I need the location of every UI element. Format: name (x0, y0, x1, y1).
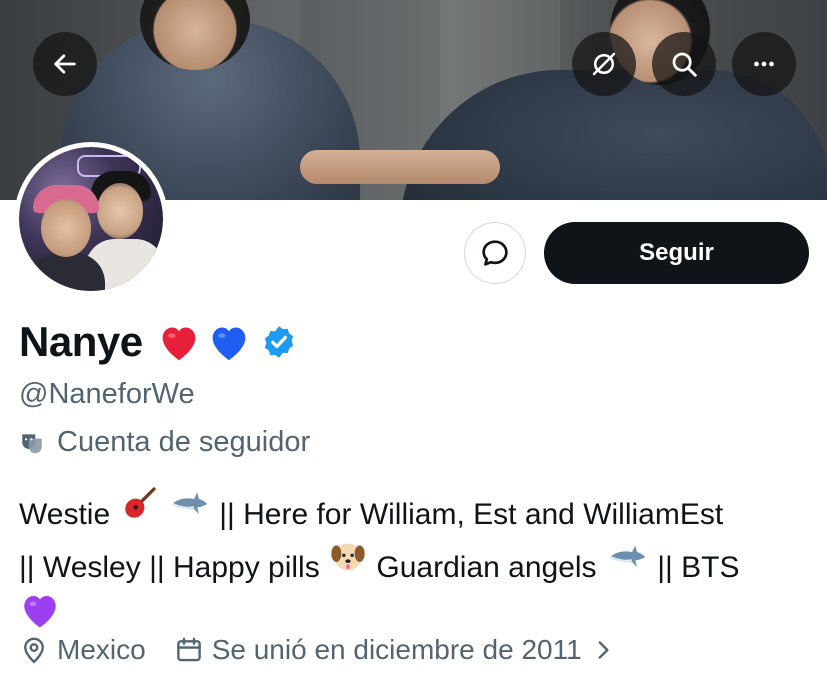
more-button[interactable] (732, 32, 796, 96)
blue-heart-emoji (212, 327, 245, 361)
location-pin-icon (24, 637, 44, 664)
join-date-text: Se unió en diciembre de 2011 (211, 634, 582, 665)
follow-button[interactable]: Seguir (544, 222, 809, 284)
bio-text: Westie (19, 498, 111, 531)
account-type-label: Cuenta de seguidor (19, 426, 310, 459)
shark-emoji (609, 545, 646, 567)
chevron-right-icon (598, 641, 609, 659)
guitar-emoji (124, 487, 156, 518)
avatar[interactable] (14, 142, 168, 296)
profile-bio: Westie || Here for William, Est and Will… (19, 484, 819, 643)
avatar-image (19, 147, 163, 291)
search-button[interactable] (652, 32, 716, 96)
location-text: Mexico (57, 634, 146, 665)
search-icon (672, 52, 697, 77)
dog-face-emoji (331, 543, 365, 571)
red-heart-emoji (162, 327, 195, 361)
profile-meta: Mexico Se unió en diciembre de 2011 (19, 634, 624, 666)
display-name-row: Nanye (19, 318, 297, 366)
join-date[interactable]: Se unió en diciembre de 2011 (174, 634, 624, 666)
purple-heart-emoji (24, 596, 56, 628)
location: Mexico (19, 634, 146, 666)
shark-emoji (171, 492, 208, 514)
back-button[interactable] (33, 32, 97, 96)
translate-button[interactable] (572, 32, 636, 96)
message-button[interactable] (464, 222, 526, 284)
display-name: Nanye (19, 318, 143, 365)
bio-text: || Here for William, Est and WilliamEst (219, 498, 724, 531)
calendar-icon (176, 637, 201, 662)
bio-text: Guardian angels (376, 551, 597, 584)
verified-badge-icon[interactable] (261, 324, 297, 360)
more-horizontal-icon (754, 61, 774, 67)
theater-mask-icon (22, 433, 42, 453)
arrow-left-icon (54, 54, 76, 74)
username-handle: @NaneforWe (19, 378, 195, 410)
bio-text: || BTS (657, 551, 740, 584)
message-bubble-icon (482, 240, 508, 266)
account-type-text: Cuenta de seguidor (57, 426, 311, 458)
bio-text: || Wesley || Happy pills (19, 551, 320, 584)
translate-off-icon (592, 52, 616, 76)
